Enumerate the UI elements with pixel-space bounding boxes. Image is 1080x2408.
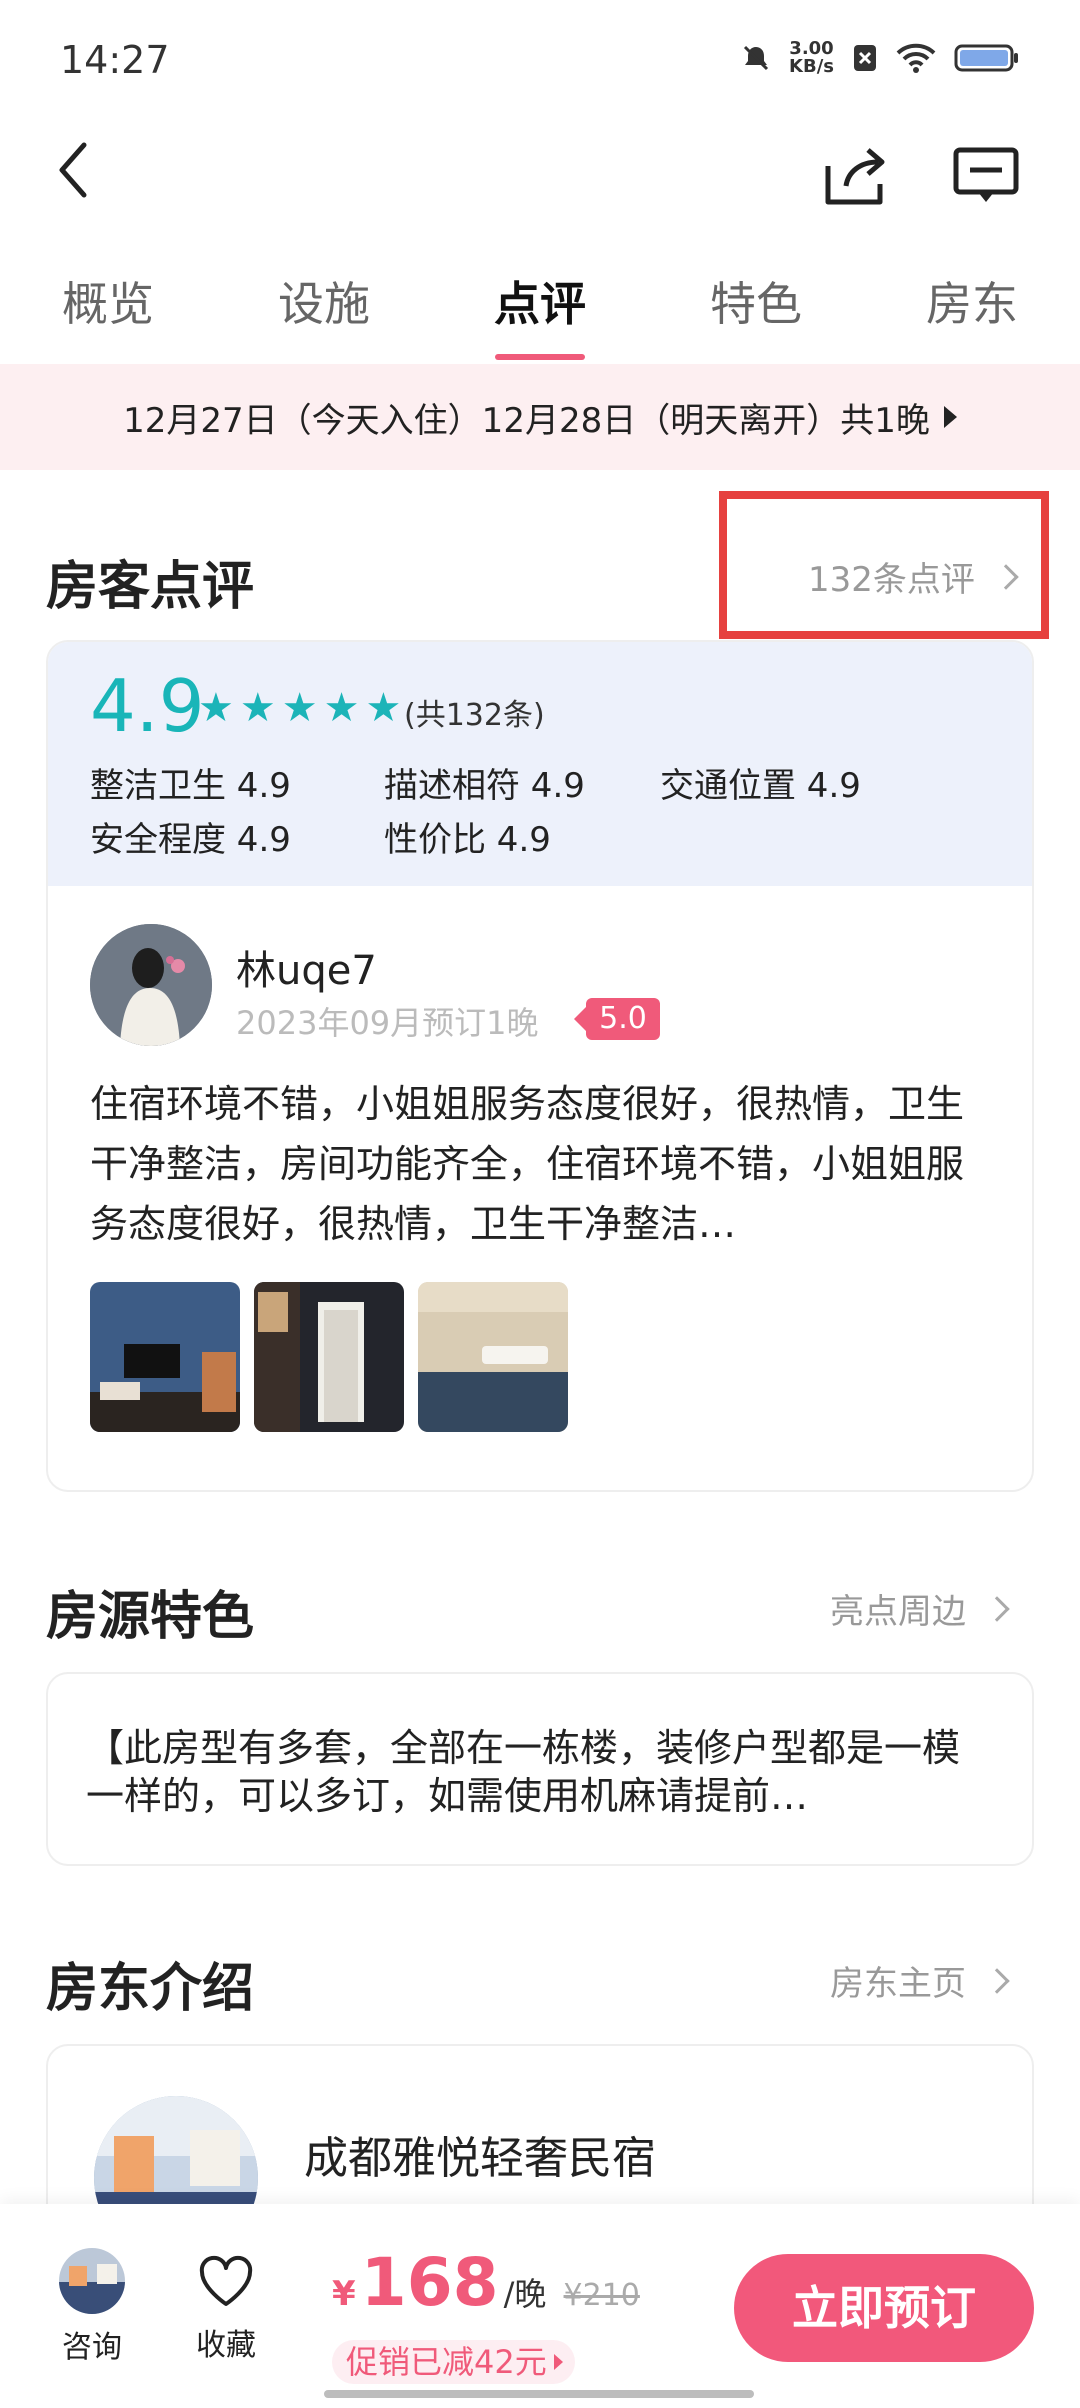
star-icon: ★ <box>365 685 402 731</box>
host-homepage-label: 房东主页 <box>830 1964 966 2004</box>
book-now-button[interactable]: 立即预订 <box>734 2254 1034 2362</box>
tab-features[interactable]: 特色 <box>710 268 802 334</box>
share-icon[interactable] <box>820 140 900 210</box>
battery-icon <box>954 44 1018 72</box>
sim-off-icon <box>854 45 876 71</box>
highlights-nearby-link[interactable]: 亮点周边 <box>830 1584 1010 1633</box>
date-range-text: 12月27日（今天入住）12月28日（明天离开）共1晚 <box>123 400 930 441</box>
net-speed: 3.00 KB/s <box>789 38 834 77</box>
status-time: 14:27 <box>60 38 170 82</box>
reviewer-name: 林uqe7 <box>236 948 377 994</box>
tab-host[interactable]: 房东 <box>926 268 1018 334</box>
score-panel[interactable]: 4.9 ★ ★ ★ ★ ★ (共132条) 整洁卫生 4.9 描述相符 4.9 … <box>48 642 1032 886</box>
review-total: (共132条) <box>404 698 545 733</box>
star-icon: ★ <box>198 685 234 731</box>
favorite-label: 收藏 <box>196 2328 256 2363</box>
host-name: 成都雅悦轻奢民宿 <box>304 2133 656 2184</box>
sub-score-accuracy: 描述相符 4.9 <box>384 766 585 806</box>
tab-facilities[interactable]: 设施 <box>278 268 370 334</box>
caret-right-icon <box>943 406 957 428</box>
message-icon[interactable] <box>948 140 1028 210</box>
sub-score-safety: 安全程度 4.9 <box>90 820 291 860</box>
favorite-button[interactable]: 收藏 <box>186 2254 266 2364</box>
consult-button[interactable]: 咨询 <box>52 2248 132 2366</box>
back-icon[interactable] <box>44 135 104 205</box>
review-photo[interactable] <box>418 1282 568 1432</box>
feature-text: 【此房型有多套，全部在一栋楼，装修户型都是一模一样的，可以多订，如需使用机麻请提… <box>86 1726 961 1818</box>
host-section-title: 房东介绍 <box>46 1959 255 2019</box>
per-night-label: /晚 <box>503 2275 547 2313</box>
feature-section-title: 房源特色 <box>46 1587 255 1647</box>
star-icon: ★ <box>281 685 318 731</box>
status-icons: 3.00 KB/s <box>741 40 1020 76</box>
price-value: 168 <box>360 2244 499 2321</box>
star-icon: ★ <box>239 685 276 731</box>
date-banner[interactable]: 12月27日（今天入住）12月28日（明天离开）共1晚 <box>0 364 1080 470</box>
sub-score-location: 交通位置 4.9 <box>660 766 861 806</box>
mute-bell-icon <box>743 45 769 71</box>
reviews-section-title: 房客点评 <box>46 557 255 617</box>
consult-avatar-image <box>59 2248 125 2314</box>
bottom-action-bar: 咨询 收藏 ¥ 168 /晚 ¥210 促销已减42元 立即预订 <box>0 2204 1080 2408</box>
home-indicator[interactable] <box>324 2390 754 2398</box>
photo-room-tv <box>90 1282 240 1432</box>
review-text[interactable]: 住宿环境不错，小姐姐服务态度很好，很热情，卫生干净整洁，房间功能齐全，住宿环境不… <box>90 1074 1000 1254</box>
review-photo[interactable] <box>90 1282 240 1432</box>
wifi-icon <box>896 43 936 73</box>
star-rating: ★ ★ ★ ★ ★ <box>198 688 401 728</box>
active-tab-indicator <box>495 354 585 360</box>
sub-score-cleanliness: 整洁卫生 4.9 <box>90 766 291 806</box>
reviewer-avatar[interactable] <box>90 924 212 1046</box>
original-price: ¥210 <box>563 2278 640 2313</box>
avatar-illustration <box>90 924 212 1046</box>
chevron-right-icon <box>984 1595 1010 1622</box>
currency-symbol: ¥ <box>332 2274 356 2314</box>
highlights-nearby-label: 亮点周边 <box>830 1592 966 1632</box>
highlight-box <box>719 491 1049 639</box>
review-meta: 2023年09月预订1晚 <box>236 1004 539 1042</box>
overall-score: 4.9 <box>90 664 205 748</box>
photo-room-ac <box>418 1282 568 1432</box>
consult-avatar <box>59 2248 125 2314</box>
review-card: 4.9 ★ ★ ★ ★ ★ (共132条) 整洁卫生 4.9 描述相符 4.9 … <box>46 640 1034 1492</box>
tab-reviews[interactable]: 点评 <box>494 268 586 334</box>
heart-icon <box>199 2255 253 2306</box>
price-area: ¥ 168 /晚 ¥210 <box>332 2244 640 2321</box>
review-photo[interactable] <box>254 1282 404 1432</box>
photo-room-door <box>254 1282 404 1432</box>
tab-bar: 概览 设施 点评 特色 房东 <box>0 268 1080 348</box>
consult-label: 咨询 <box>62 2330 122 2365</box>
feature-card[interactable]: 【此房型有多套，全部在一栋楼，装修户型都是一模一样的，可以多订，如需使用机麻请提… <box>46 1672 1034 1866</box>
host-homepage-link[interactable]: 房东主页 <box>830 1956 1010 2005</box>
review-rating-badge: 5.0 <box>574 998 660 1040</box>
chevron-right-icon <box>984 1967 1010 1994</box>
tab-overview[interactable]: 概览 <box>62 268 154 334</box>
sub-score-value: 性价比 4.9 <box>384 820 551 860</box>
promo-badge[interactable]: 促销已减42元 <box>332 2340 575 2384</box>
star-icon: ★ <box>323 685 360 731</box>
